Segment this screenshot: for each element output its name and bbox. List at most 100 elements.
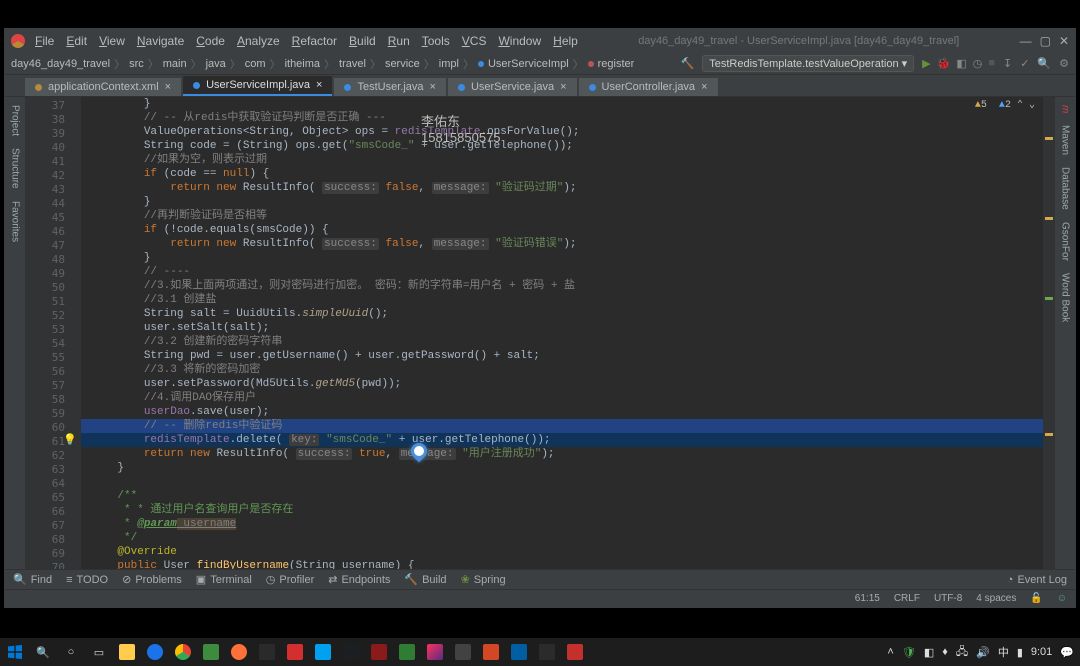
menu-analyze[interactable]: Analyze	[237, 34, 280, 48]
run-config-selector[interactable]: TestRedisTemplate.testValueOperation ▾	[702, 55, 914, 72]
tab-close-icon[interactable]: ×	[430, 81, 436, 93]
tray-battery-icon[interactable]: ▮	[1017, 646, 1023, 659]
menu-tools[interactable]: Tools	[422, 34, 450, 48]
app-icon-7[interactable]	[398, 643, 416, 661]
run-icon[interactable]: ▶	[922, 57, 930, 70]
menu-edit[interactable]: Edit	[66, 34, 87, 48]
tray-volume-icon[interactable]: 🔊	[976, 646, 990, 659]
taskview-icon[interactable]: ▭	[90, 643, 108, 661]
settings-icon[interactable]: ⚙	[1059, 57, 1069, 70]
bottom-todo[interactable]: ≡ TODO	[66, 573, 108, 586]
minimize-button[interactable]: —	[1020, 34, 1032, 48]
firefox-icon[interactable]	[230, 643, 248, 661]
tool-favorites[interactable]: Favorites	[10, 201, 21, 242]
crumb-com[interactable]: com	[245, 58, 266, 70]
bottom-problems[interactable]: ⊘ Problems	[122, 573, 182, 586]
status-enc[interactable]: UTF-8	[934, 593, 962, 604]
crumb-java[interactable]: java	[206, 58, 226, 70]
debug-icon[interactable]: 🐞	[937, 57, 951, 70]
tab-usercontroller[interactable]: UserController.java×	[579, 78, 718, 96]
menu-navigate[interactable]: Navigate	[137, 34, 184, 48]
search-icon[interactable]: 🔍	[34, 643, 52, 661]
bottom-endpoints[interactable]: ⇄ Endpoints	[328, 573, 390, 586]
app-icon-4[interactable]	[314, 643, 332, 661]
app-icon-5[interactable]	[342, 643, 360, 661]
error-stripe[interactable]	[1043, 97, 1055, 569]
crumb-main[interactable]: main	[163, 58, 187, 70]
app-icon-1[interactable]	[202, 643, 220, 661]
tab-testuser[interactable]: TestUser.java×	[334, 78, 445, 96]
stop-icon[interactable]: ■	[988, 57, 995, 70]
menu-run[interactable]: Run	[388, 34, 410, 48]
menu-vcs[interactable]: VCS	[462, 34, 487, 48]
app-icon-2[interactable]	[258, 643, 276, 661]
tray-app-icon-1[interactable]: ◧	[924, 646, 934, 659]
menu-refactor[interactable]: Refactor	[292, 34, 337, 48]
menu-code[interactable]: Code	[196, 34, 225, 48]
app-icon-6[interactable]	[370, 643, 388, 661]
tray-network-icon[interactable]: 🖧	[956, 643, 968, 662]
tray-ime-icon[interactable]: 中	[998, 644, 1009, 660]
crumb-travel[interactable]: travel	[339, 58, 366, 70]
tab-userserviceimpl[interactable]: UserServiceImpl.java×	[183, 76, 332, 96]
tray-shield-icon[interactable]: 🛡	[902, 646, 916, 659]
tray-notifications-icon[interactable]: 💬	[1060, 646, 1074, 659]
bottom-spring[interactable]: ❀ Spring	[461, 573, 506, 586]
bottom-find[interactable]: 🔍 Find	[13, 573, 52, 586]
search-everywhere-icon[interactable]: 🔍	[1037, 57, 1051, 70]
maximize-button[interactable]: ▢	[1040, 34, 1051, 48]
crumb-class[interactable]: UserServiceImpl	[478, 58, 569, 70]
tool-wordbook[interactable]: Word Book	[1060, 273, 1071, 322]
powerpoint-icon[interactable]	[482, 643, 500, 661]
crumb-itheima[interactable]: itheima	[285, 58, 320, 70]
app-icon-8[interactable]	[454, 643, 472, 661]
status-eol[interactable]: CRLF	[894, 593, 920, 604]
app-icon-9[interactable]	[510, 643, 528, 661]
bottom-build[interactable]: 🔨 Build	[404, 573, 446, 586]
menu-build[interactable]: Build	[349, 34, 376, 48]
tray-clock[interactable]: 9:01	[1031, 646, 1052, 658]
tab-close-icon[interactable]: ×	[560, 81, 566, 93]
menu-file[interactable]: File	[35, 34, 54, 48]
menu-view[interactable]: View	[99, 34, 125, 48]
status-inspect-icon[interactable]: ☺	[1057, 593, 1067, 604]
status-readonly-icon[interactable]: 🔓	[1030, 593, 1042, 604]
intention-bulb-icon[interactable]: 💡	[63, 433, 73, 443]
crumb-project[interactable]: day46_day49_travel	[11, 58, 110, 70]
bottom-terminal[interactable]: ▣ Terminal	[196, 573, 252, 586]
profile-icon[interactable]: ◷	[973, 57, 983, 70]
tool-project[interactable]: Project	[10, 105, 21, 136]
tool-structure[interactable]: Structure	[10, 148, 21, 189]
code-editor[interactable]: ▲5 ▲2 ⌃ ⌄ 李佑东 15815850575 } // -- 从redis…	[81, 97, 1043, 569]
build-icon[interactable]: 🔨	[681, 57, 695, 70]
crumb-impl[interactable]: impl	[439, 58, 459, 70]
close-button[interactable]: ✕	[1059, 34, 1069, 48]
coverage-icon[interactable]: ◧	[956, 57, 966, 70]
status-caret[interactable]: 61:15	[855, 593, 880, 604]
app-icon-10[interactable]	[538, 643, 556, 661]
app-icon-3[interactable]	[286, 643, 304, 661]
crumb-service[interactable]: service	[385, 58, 420, 70]
tab-close-icon[interactable]: ×	[165, 81, 171, 93]
tool-gsonfor[interactable]: GsonFor	[1060, 222, 1071, 261]
status-indent[interactable]: 4 spaces	[976, 593, 1016, 604]
tray-chevron-icon[interactable]: ˄	[887, 646, 893, 658]
menu-window[interactable]: Window	[498, 34, 541, 48]
edge-icon[interactable]	[146, 643, 164, 661]
tool-database[interactable]: Database	[1060, 167, 1071, 210]
start-button[interactable]	[6, 643, 24, 661]
tab-close-icon[interactable]: ×	[701, 81, 707, 93]
tray-app-icon-2[interactable]: ♦	[942, 646, 948, 658]
crumb-src[interactable]: src	[129, 58, 144, 70]
bottom-profiler[interactable]: ◷ Profiler	[266, 573, 314, 586]
tool-maven[interactable]: Maven	[1060, 125, 1071, 155]
tab-close-icon[interactable]: ×	[316, 79, 322, 91]
tool-m-icon[interactable]: m	[1060, 105, 1071, 113]
intellij-icon[interactable]	[426, 643, 444, 661]
cortana-icon[interactable]: ○	[62, 643, 80, 661]
bottom-eventlog[interactable]: ◔ Event Log	[1007, 574, 1067, 586]
tab-userservice[interactable]: UserService.java×	[448, 78, 577, 96]
vcs-commit-icon[interactable]: ✓	[1020, 57, 1029, 70]
explorer-icon[interactable]	[118, 643, 136, 661]
vcs-update-icon[interactable]: ↧	[1003, 57, 1012, 70]
